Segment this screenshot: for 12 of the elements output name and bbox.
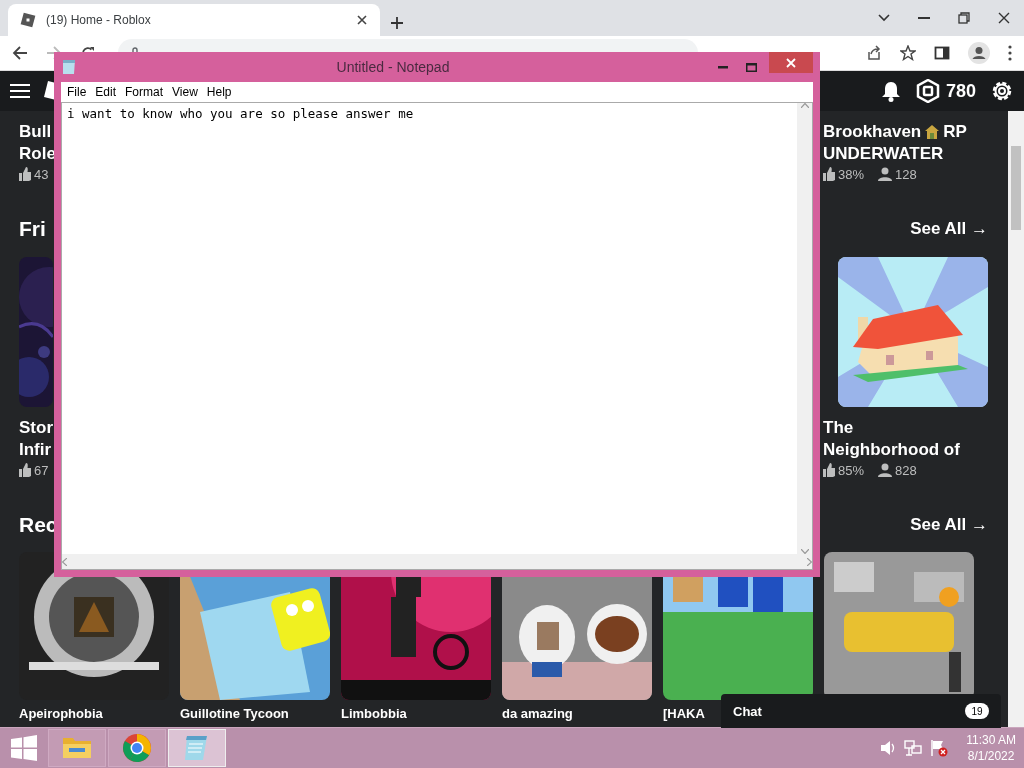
like-ratio: 38% (838, 166, 865, 182)
tab-title: (19) Home - Roblox (46, 13, 152, 27)
robux-balance: 780 (945, 80, 976, 102)
section-heading: Fri (19, 217, 46, 241)
like-ratio: 67 (34, 462, 49, 478)
unread-count: 19 (965, 703, 989, 719)
like-ratio: 85% (838, 462, 865, 478)
player-count: 128 (895, 166, 917, 182)
player-count: 828 (895, 462, 917, 478)
window-title: Untitled - Notepad (335, 59, 451, 75)
like-ratio: 43 (34, 166, 49, 182)
chat-label: Chat (733, 703, 763, 719)
